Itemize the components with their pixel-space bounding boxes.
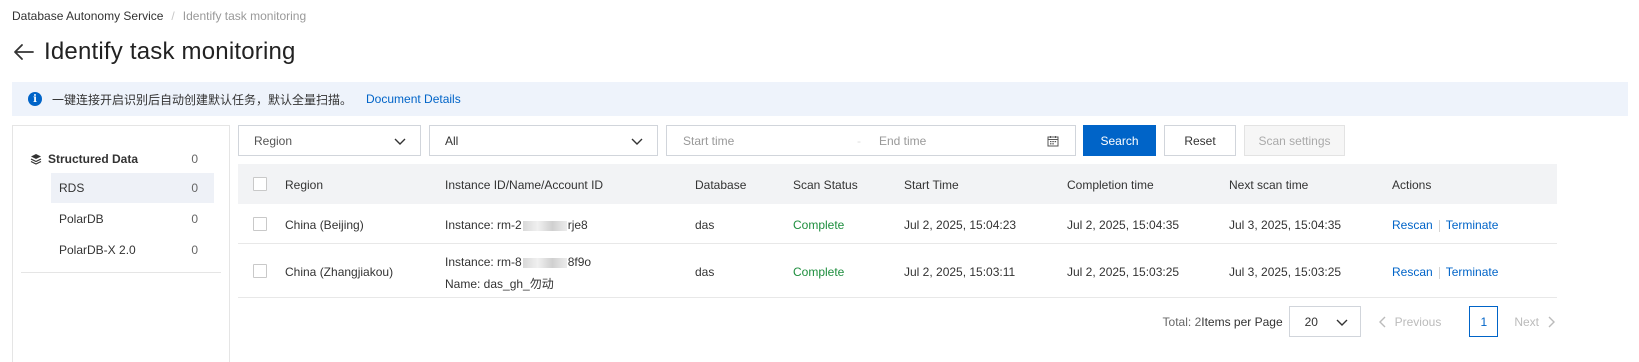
instance-id-prefix: Instance: rm-2 [445, 218, 522, 232]
table-row: China (Beijing) Instance: rm-2 rje8 das C… [238, 204, 1557, 244]
row-actions: Rescan Terminate [1392, 265, 1498, 279]
notice-text: 一键连接开启识别后自动创建默认任务，默认全量扫描。 [52, 92, 353, 107]
sidebar-item-label: RDS [59, 181, 85, 195]
page-title: Identify task monitoring [44, 38, 296, 65]
next-page-button[interactable]: Next [1514, 315, 1557, 329]
header-database: Database [695, 178, 747, 192]
search-button[interactable]: Search [1083, 125, 1156, 156]
action-divider [1438, 266, 1440, 279]
page-size-value: 20 [1304, 314, 1318, 329]
sidebar-item-count: 0 [191, 181, 198, 195]
chevron-right-icon [1548, 316, 1555, 327]
instance-id-suffix: rje8 [567, 218, 588, 232]
chevron-down-icon [394, 138, 406, 145]
date-range-separator: - [857, 133, 861, 148]
header-completion-time: Completion time [1067, 178, 1154, 192]
row-completion-time: Jul 2, 2025, 15:04:35 [1067, 218, 1180, 232]
previous-label: Previous [1394, 314, 1442, 329]
region-select[interactable]: Region [238, 125, 421, 156]
date-range-picker[interactable]: Start time - End time [666, 125, 1076, 156]
row-instance: Instance: rm-8 8f9o [445, 255, 591, 269]
row-next-scan-time: Jul 3, 2025, 15:04:35 [1229, 218, 1342, 232]
reset-button[interactable]: Reset [1164, 125, 1236, 156]
sidebar-item-count: 0 [191, 212, 198, 226]
document-details-link[interactable]: Document Details [366, 92, 461, 106]
end-time-input[interactable]: End time [879, 134, 926, 148]
row-actions: Rescan Terminate [1392, 218, 1498, 232]
action-divider [1438, 219, 1440, 232]
page-size-select[interactable]: 20 [1288, 306, 1361, 337]
sidebar-group-count: 0 [191, 152, 198, 166]
chevron-down-icon [631, 138, 643, 145]
breadcrumb-current: Identify task monitoring [182, 9, 307, 23]
redacted-mask [522, 220, 567, 231]
row-status: Complete [793, 265, 845, 279]
chevron-left-icon [1378, 316, 1386, 327]
pagination: Total: 2 Items per Page 20 Previous 1 Ne… [1163, 306, 1557, 337]
row-instance-name: Name: das_gh_勿动 [445, 277, 554, 291]
row-region: China (Zhangjiakou) [285, 265, 394, 279]
breadcrumb-separator: / [171, 9, 175, 23]
total-count: Total: 2 [1162, 314, 1202, 329]
sidebar-item-polardb-x[interactable]: PolarDB-X 2.0 0 [51, 235, 214, 265]
layers-icon [30, 154, 42, 165]
type-select[interactable]: All [429, 125, 658, 156]
sidebar-item-count: 0 [191, 243, 198, 257]
sidebar-item-rds[interactable]: RDS 0 [51, 173, 214, 203]
instance-id-suffix: 8f9o [567, 255, 592, 269]
row-database: das [695, 265, 715, 279]
row-checkbox[interactable] [253, 217, 267, 231]
row-next-scan-time: Jul 3, 2025, 15:03:25 [1229, 265, 1342, 279]
calendar-icon[interactable] [1047, 135, 1059, 147]
sidebar-group-structured-data[interactable]: Structured Data 0 [30, 150, 214, 168]
sidebar-item-polardb[interactable]: PolarDB 0 [51, 204, 214, 234]
row-instance: Instance: rm-2 rje8 [445, 218, 588, 232]
items-per-page-label: Items per Page [1201, 314, 1283, 329]
header-start-time: Start Time [904, 178, 959, 192]
info-icon: i [28, 92, 42, 106]
terminate-link[interactable]: Terminate [1446, 265, 1499, 279]
row-status: Complete [793, 218, 845, 232]
sidebar-item-label: PolarDB-X 2.0 [59, 243, 136, 257]
title-row: Identify task monitoring [12, 38, 296, 66]
notice-banner: i 一键连接开启识别后自动创建默认任务，默认全量扫描。 Document Det… [12, 82, 1628, 116]
sidebar: Structured Data 0 RDS 0 PolarDB 0 PolarD… [12, 125, 230, 362]
select-all-checkbox[interactable] [253, 177, 267, 191]
start-time-input[interactable]: Start time [683, 134, 734, 148]
header-actions: Actions [1392, 178, 1432, 192]
page: Database Autonomy Service / Identify tas… [0, 0, 1639, 362]
breadcrumb-root[interactable]: Database Autonomy Service [12, 9, 163, 23]
page-number-current[interactable]: 1 [1469, 306, 1499, 337]
header-region: Region [285, 178, 324, 192]
table-header: Region Instance ID/Name/Account ID Datab… [238, 164, 1557, 204]
region-select-placeholder: Region [254, 133, 293, 148]
sidebar-group-label: Structured Data [48, 152, 139, 166]
instance-id-prefix: Instance: rm-8 [445, 255, 522, 269]
sidebar-divider [21, 272, 221, 273]
table-row: China (Zhangjiakou) Instance: rm-8 8f9o N… [238, 244, 1557, 298]
sidebar-item-label: PolarDB [59, 212, 104, 226]
type-select-value: All [445, 133, 459, 148]
row-database: das [695, 218, 715, 232]
scan-settings-button: Scan settings [1244, 125, 1345, 156]
header-next-scan-time: Next scan time [1229, 178, 1309, 192]
back-arrow-icon[interactable] [12, 40, 36, 64]
header-scan-status: Scan Status [793, 178, 858, 192]
row-checkbox[interactable] [253, 264, 267, 278]
task-table: Region Instance ID/Name/Account ID Datab… [238, 164, 1557, 298]
row-start-time: Jul 2, 2025, 15:04:23 [904, 218, 1017, 232]
row-start-time: Jul 2, 2025, 15:03:11 [904, 265, 1016, 279]
breadcrumb: Database Autonomy Service / Identify tas… [12, 9, 306, 23]
next-label: Next [1514, 314, 1539, 329]
chevron-down-icon [1336, 319, 1348, 326]
row-completion-time: Jul 2, 2025, 15:03:25 [1067, 265, 1180, 279]
redacted-mask [522, 257, 567, 268]
terminate-link[interactable]: Terminate [1446, 218, 1499, 232]
previous-page-button[interactable]: Previous [1377, 314, 1442, 329]
rescan-link[interactable]: Rescan [1392, 218, 1433, 232]
rescan-link[interactable]: Rescan [1392, 265, 1433, 279]
row-region: China (Beijing) [285, 218, 364, 232]
header-instance: Instance ID/Name/Account ID [445, 178, 604, 192]
